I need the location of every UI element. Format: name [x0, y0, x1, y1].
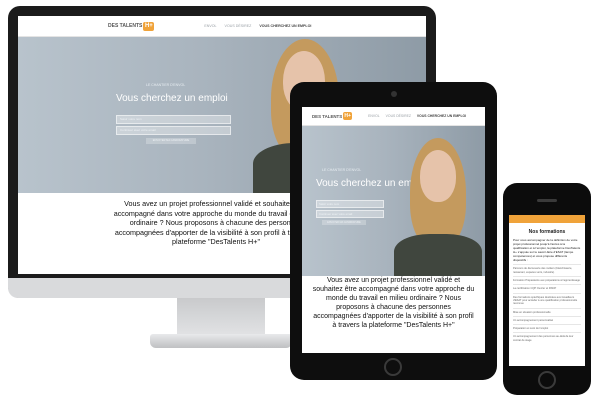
monitor-stand-neck: [177, 298, 265, 338]
tablet-nav-links: ENVOL VOUS DÉSIREZ VOUS CHERCHEZ UN EMPL…: [368, 114, 466, 118]
phone-intro-text: Pour vous accompagner de la définition d…: [513, 238, 581, 262]
nav-item-vous-desirez[interactable]: VOUS DÉSIREZ: [225, 24, 252, 28]
name-input[interactable]: Saisir votre nom: [116, 115, 231, 124]
list-item: Mise en situation professionnelle: [513, 307, 581, 316]
tablet-screen: DES TALENTS H+ ENVOL VOUS DÉSIREZ VOUS C…: [302, 107, 485, 353]
tablet-logo-text: DES TALENTS: [312, 113, 343, 119]
tablet-nav-item-vous-desirez[interactable]: VOUS DÉSIREZ: [386, 114, 411, 118]
phone-home-button[interactable]: [538, 371, 556, 389]
tablet-home-button[interactable]: [384, 358, 402, 376]
tablet-camera: [391, 91, 397, 97]
phone-header-bar: [509, 215, 585, 223]
monitor-stand-base: [150, 334, 292, 348]
email-input[interactable]: Continuer avec votre email: [116, 126, 231, 135]
logo-text: DES TALENTS: [108, 23, 143, 29]
hero-kicker: LE CHANTIER D'ENVOL: [146, 83, 186, 87]
list-item: Préparation et suivi de l'emploi: [513, 324, 581, 332]
phone-device: Nos formations Pour vous accompagner de …: [503, 183, 591, 395]
phone-training-list: Parcours de découverte des métiers (blan…: [509, 262, 585, 344]
tablet-hero-kicker: LE CHANTIER D'ENVOL: [322, 168, 362, 172]
apply-button[interactable]: ENVOYER MA CANDIDATURE: [146, 138, 196, 144]
phone-screen: Nos formations Pour vous accompagner de …: [509, 215, 585, 366]
tablet-logo-plus: H+: [343, 112, 353, 120]
tablet-hero: LE CHANTIER D'ENVOL Vous cherchez un emp…: [302, 126, 485, 276]
tablet-nav-item-emploi[interactable]: VOUS CHERCHEZ UN EMPLOI: [417, 114, 466, 118]
tablet-hero-portrait: [388, 138, 485, 276]
logo-plus: H+: [143, 21, 155, 31]
site-logo[interactable]: DES TALENTS H+: [108, 21, 155, 31]
desktop-nav-links: ENVOL VOUS DÉSIREZ VOUS CHERCHEZ UN EMPL…: [204, 24, 311, 28]
nav-item-emploi[interactable]: VOUS CHERCHEZ UN EMPLOI: [259, 24, 311, 28]
hero-title: Vous cherchez un emploi: [116, 93, 228, 104]
phone-section-title: Nos formations: [528, 229, 566, 235]
list-item: Formation Préparatoire aux préparations …: [513, 276, 581, 284]
nav-item-envol[interactable]: ENVOL: [204, 24, 216, 28]
phone-speaker: [537, 199, 557, 202]
tablet-nav-item-envol[interactable]: ENVOL: [368, 114, 380, 118]
desktop-intro-text: Vous avez un projet professionnel validé…: [113, 199, 319, 247]
list-item: Parcours de découverte des métiers (blan…: [513, 264, 581, 276]
tablet-email-input[interactable]: Continuer avec votre email: [316, 210, 384, 218]
tablet-site-logo[interactable]: DES TALENTS H+: [312, 112, 353, 120]
list-item: Un accompagnement des personnes au-delà …: [513, 332, 581, 344]
tablet-device: DES TALENTS H+ ENVOL VOUS DÉSIREZ VOUS C…: [290, 82, 497, 380]
tablet-name-input[interactable]: Saisir votre nom: [316, 200, 384, 208]
list-item: La certification CQP Ouvrier et RNCP: [513, 284, 581, 292]
tablet-navbar: DES TALENTS H+ ENVOL VOUS DÉSIREZ VOUS C…: [302, 107, 485, 126]
tablet-intro-text: Vous avez un projet professionnel validé…: [312, 277, 475, 329]
desktop-navbar: DES TALENTS H+ ENVOL VOUS DÉSIREZ VOUS C…: [18, 16, 426, 37]
list-item: Des formations spécifiques destinées aux…: [513, 292, 581, 308]
tablet-apply-button[interactable]: ENVOYER MA CANDIDATURE: [322, 220, 366, 225]
list-item: Un accompagnement personnalisé: [513, 315, 581, 324]
